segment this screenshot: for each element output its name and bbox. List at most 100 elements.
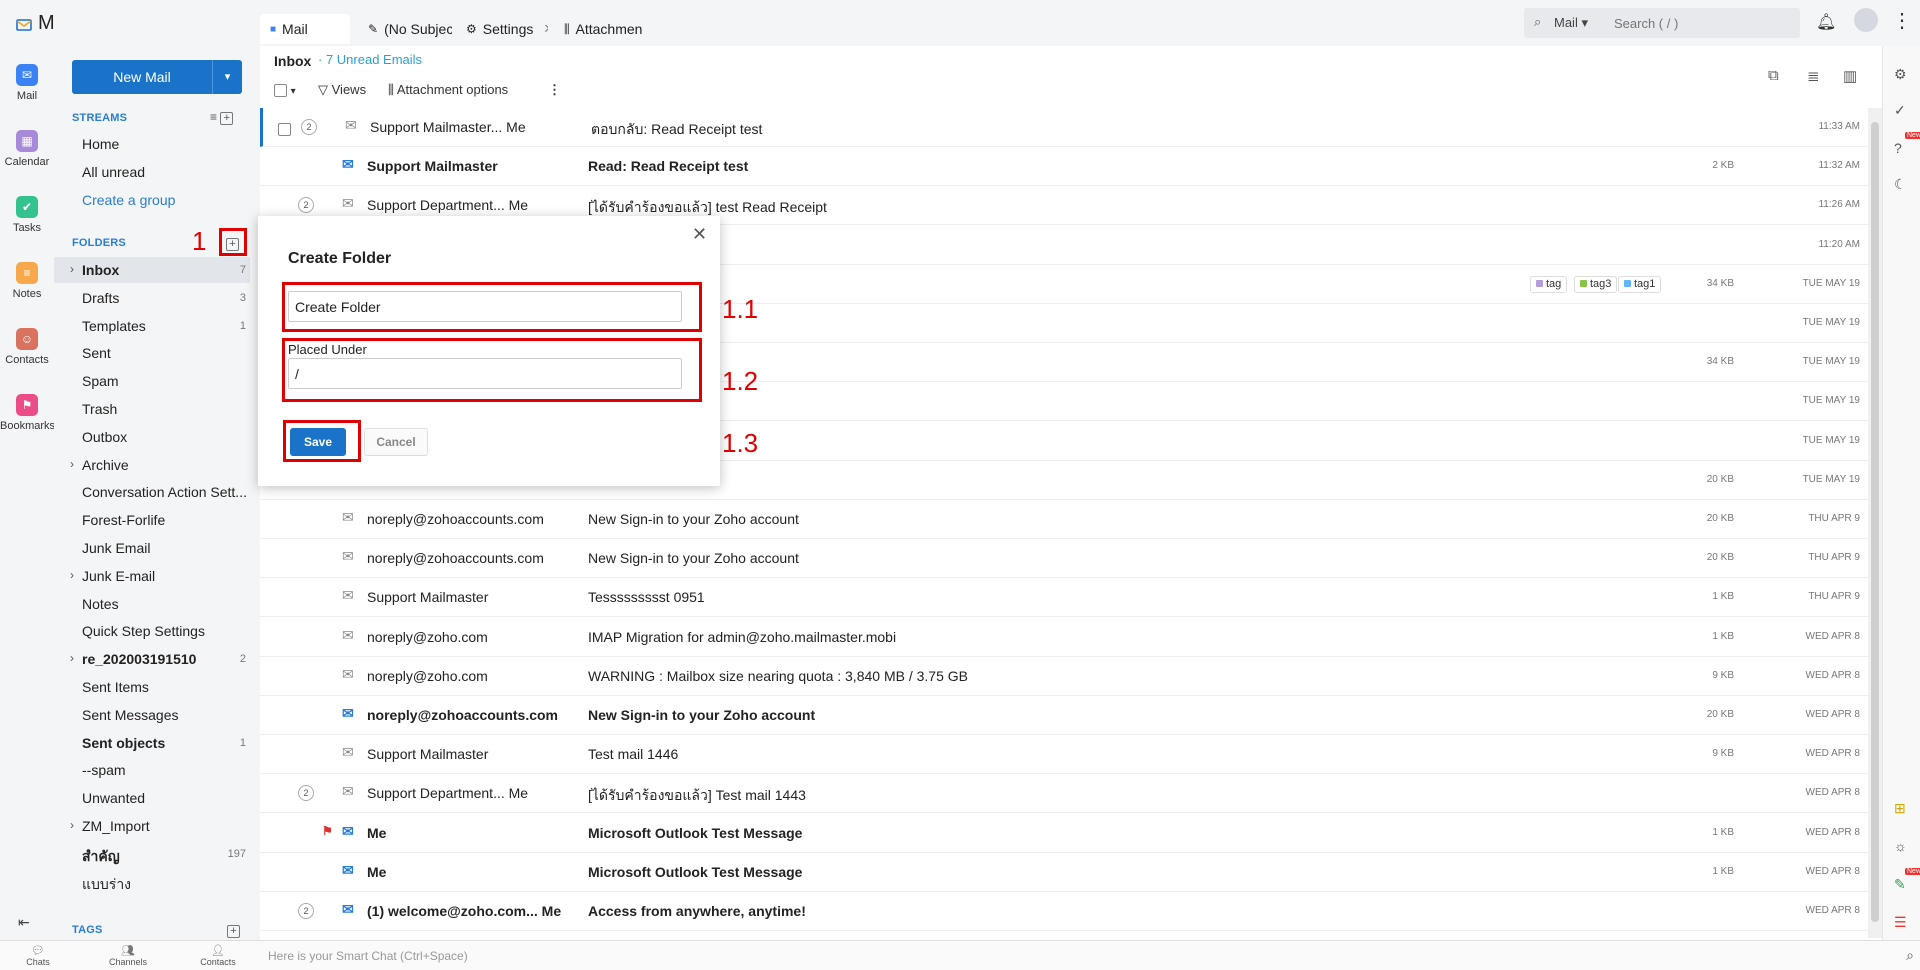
mail-tag[interactable]: tag	[1530, 275, 1568, 293]
conversation-view-icon[interactable]: ⧉	[1768, 67, 1779, 84]
search-scope[interactable]: Mail ▾	[1554, 15, 1588, 31]
mail-row[interactable]: ✉ noreply@zoho.com WARNING : Mailbox size …	[260, 657, 1870, 696]
close-icon[interactable]: ✕	[543, 21, 548, 37]
folder-item[interactable]: › Inbox 7	[54, 257, 250, 283]
theme-icon[interactable]: ☼	[1894, 838, 1907, 854]
chevron-right-icon[interactable]: ›	[70, 818, 74, 832]
folder-item[interactable]: Outbox	[54, 424, 250, 450]
gear-icon[interactable]: ⚙	[1894, 66, 1907, 83]
stream-home[interactable]: Home	[82, 136, 119, 152]
select-all-checkbox[interactable]: ▾	[274, 82, 296, 98]
folder-item[interactable]: Notes	[54, 591, 250, 617]
chevron-down-icon[interactable]: ▾	[291, 86, 296, 97]
tab-nosubjec[interactable]: ✎(No Subjec✕	[358, 14, 452, 44]
avatar[interactable]	[1854, 8, 1878, 32]
mail-row[interactable]: ✉ noreply@zohoaccounts.com New Sign-in to …	[260, 539, 1870, 579]
bell-icon[interactable]: 🔔︎	[1816, 12, 1836, 32]
help-icon[interactable]: ?	[1894, 140, 1902, 156]
folder-item[interactable]: Forest-Forlife	[54, 507, 250, 533]
unread-count-link[interactable]: · 7 Unread Emails	[318, 52, 422, 67]
mail-row[interactable]: ✉ noreply@zoho.com IMAP Migration for admi…	[260, 618, 1870, 657]
flag-icon[interactable]: ⚑	[322, 824, 333, 838]
folder-item[interactable]: Quick Step Settings	[54, 618, 250, 644]
mail-row[interactable]: 2 ✉ Support Department... Me [ได้รับคำร้องข…	[260, 774, 1870, 814]
add-folder-button[interactable]: +	[226, 235, 239, 251]
attachment-options-button[interactable]: ⫼ Attachment options	[388, 82, 508, 98]
chevron-right-icon[interactable]: ›	[70, 457, 74, 471]
smart-chat-input[interactable]: Here is your Smart Chat (Ctrl+Space)	[268, 949, 468, 963]
mail-row[interactable]: 2 ✉ (1) welcome@zoho.com... Me Access from …	[260, 892, 1870, 931]
mail-row[interactable]: ✉ noreply@zohoaccounts.com New Sign-in to …	[260, 500, 1870, 539]
apps-grid-icon[interactable]: ⋮⋮⋮	[1892, 8, 1920, 33]
add-stream-icon[interactable]: +	[220, 112, 234, 125]
new-mail-button[interactable]: New Mail ▾	[72, 60, 242, 94]
folder-item[interactable]: Sent objects 1	[54, 730, 250, 756]
bookmark-icon[interactable]: ✎	[1894, 876, 1906, 893]
close-icon[interactable]: ✕	[692, 224, 707, 245]
tab-settings[interactable]: ⚙ Settings ✕	[456, 14, 548, 44]
folder-item[interactable]: Unwanted	[54, 785, 250, 811]
folder-item[interactable]: Spam	[54, 368, 250, 394]
row-checkbox[interactable]	[278, 120, 291, 136]
mail-list-scrollbar[interactable]	[1868, 108, 1882, 938]
mail-tag[interactable]: tag3	[1574, 275, 1618, 293]
mail-tag[interactable]: tag1	[1618, 275, 1662, 293]
add-tag-icon[interactable]: +	[227, 925, 240, 938]
folder-item[interactable]: สำคัญ 197	[54, 841, 250, 867]
folder-item[interactable]: › ZM_Import	[54, 813, 250, 839]
folder-item[interactable]: Sent Messages	[54, 702, 250, 728]
folder-item[interactable]: › Archive	[54, 452, 250, 478]
search-input[interactable]	[1614, 12, 1794, 34]
add-folder-icon[interactable]: +	[226, 238, 239, 251]
folder-item[interactable]: › re_202003191510 2	[54, 646, 250, 672]
checkbox-icon[interactable]	[278, 122, 291, 136]
mail-row[interactable]: ✉ noreply@zohoaccounts.com New Sign-in to …	[260, 696, 1870, 735]
folder-item[interactable]: Conversation Action Sett...	[54, 479, 250, 505]
checkbox-icon[interactable]	[274, 84, 287, 98]
add-tag-button[interactable]: +	[227, 922, 240, 938]
folder-item[interactable]: แบบร่าง	[54, 869, 250, 895]
chevron-right-icon[interactable]: ›	[70, 651, 74, 665]
chat-icon[interactable]: ☰	[1894, 914, 1907, 931]
more-options-icon[interactable]: ⋮	[548, 82, 561, 98]
notes-add-icon[interactable]: ⊞	[1894, 800, 1906, 817]
new-mail-label[interactable]: New Mail	[72, 60, 212, 94]
bottom-contacts[interactable]: 👤︎ Contacts	[188, 945, 248, 967]
stream-all-unread[interactable]: All unread	[82, 164, 145, 180]
views-button[interactable]: ▽ Views	[318, 82, 366, 98]
mail-row[interactable]: ✉ Support Mailmaster Tessssssssst 0951 1 KB…	[260, 578, 1870, 618]
rail-item-contacts[interactable]: ☺ Contacts	[0, 328, 54, 366]
dark-mode-icon[interactable]: ☾	[1894, 176, 1907, 193]
rail-item-tasks[interactable]: ✔ Tasks	[0, 196, 54, 234]
column-view-icon[interactable]: ▥	[1843, 67, 1857, 85]
mail-row[interactable]: ✉ Support Mailmaster Read: Read Receipt te…	[260, 147, 1870, 187]
folder-item[interactable]: Junk Email	[54, 535, 250, 561]
mail-row[interactable]: ✉ Support Mailmaster Test mail 1446 9 KB WED…	[260, 735, 1870, 775]
chevron-right-icon[interactable]: ›	[70, 262, 74, 276]
bottom-chats[interactable]: 💬︎ Chats	[8, 945, 68, 967]
search-box[interactable]: ⌕ Mail ▾	[1524, 8, 1800, 38]
tab-attachmen[interactable]: ⫼Attachmen✕	[554, 14, 650, 44]
folder-item[interactable]: Drafts 3	[54, 285, 250, 311]
new-mail-dropdown-icon[interactable]: ▾	[212, 60, 242, 94]
collapse-icon[interactable]: ⇤	[18, 914, 30, 931]
rail-item-bookmarks[interactable]: ⚑ Bookmarks	[0, 394, 55, 432]
folder-item[interactable]: Sent	[54, 340, 250, 366]
filter-icon[interactable]: ≡	[210, 110, 217, 124]
list-view-icon[interactable]: ≣	[1807, 67, 1820, 85]
rail-item-calendar[interactable]: ▦ Calendar	[0, 130, 54, 168]
create-group-link[interactable]: Create a group	[82, 192, 175, 208]
cancel-button[interactable]: Cancel	[364, 428, 428, 456]
folder-item[interactable]: Trash	[54, 396, 250, 422]
mail-row[interactable]: 2 ✉ Support Mailmaster... Me ตอบกลับ: Read …	[260, 108, 1870, 147]
folder-item[interactable]: › Junk E-mail	[54, 563, 250, 589]
tab-mail[interactable]: ■ Mail	[260, 14, 350, 44]
scrollbar-thumb[interactable]	[1871, 122, 1879, 922]
bottom-channels[interactable]: 👥︎ Channels	[98, 945, 158, 967]
rail-item-mail[interactable]: ✉ Mail	[0, 64, 54, 102]
folder-item[interactable]: --spam	[54, 757, 250, 783]
signature-icon[interactable]: ✓	[1894, 102, 1906, 119]
folder-item[interactable]: Templates 1	[54, 313, 250, 339]
folder-item[interactable]: Sent Items	[54, 674, 250, 700]
rail-item-notes[interactable]: ≡ Notes	[0, 262, 54, 300]
